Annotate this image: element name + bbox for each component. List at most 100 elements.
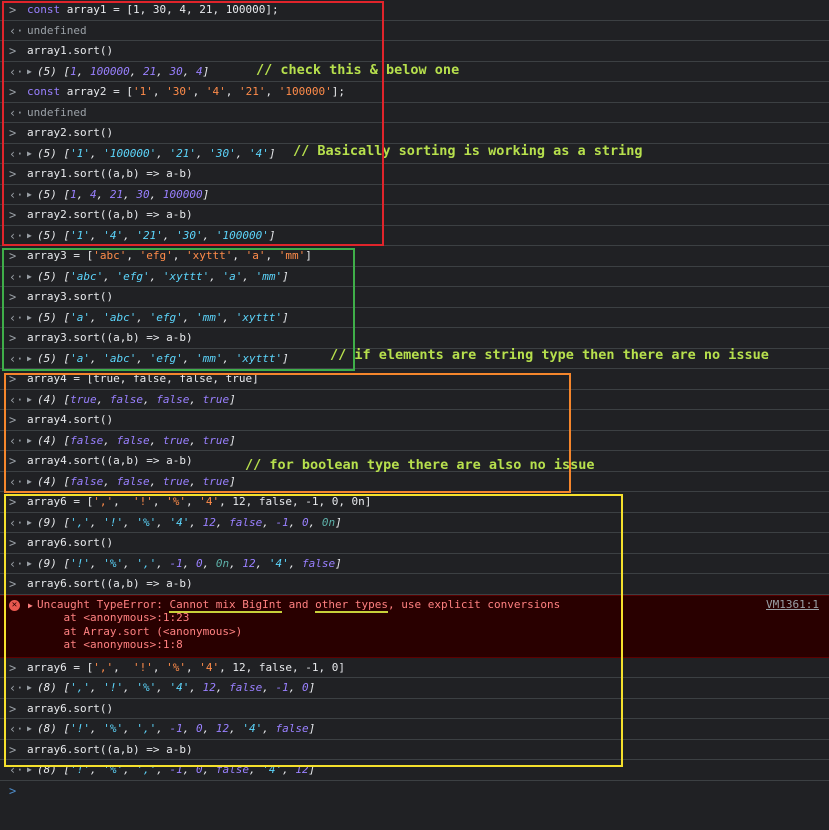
array-preview: (5) ['a', 'abc', 'efg', 'mm', 'xyttt']: [37, 310, 289, 324]
error-message: ✕ ▶ Uncaught TypeError: Cannot mix BigInt …: [0, 594, 829, 658]
array-preview: (9) [',', '!', '%', '4', 12, false, -1, …: [37, 515, 342, 529]
console-result-row[interactable]: ‹· ▶ (9) [',', '!', '%', '4', 12, false, -…: [0, 513, 829, 533]
console-result-row[interactable]: ‹· ▶ (5) [1, 4, 21, 30, 100000]: [0, 185, 829, 205]
input-code: array6 = [',', '!', '%', '4', 12, false,…: [27, 495, 372, 508]
array-preview: (9) ['!', '%', ',', -1, 0, 0n, 12, '4', …: [37, 556, 342, 570]
return-arrow-icon: ‹·: [9, 722, 24, 736]
console-result-row[interactable]: ‹· ▶ (4) [false, false, true, true]: [0, 431, 829, 451]
console-result-row[interactable]: ‹· ▶ (4) [false, false, true, true]: [0, 472, 829, 492]
return-arrow-icon: ‹·: [9, 515, 24, 530]
expand-triangle-icon[interactable]: ▶: [27, 390, 37, 410]
expand-triangle-icon[interactable]: ▶: [27, 431, 37, 451]
return-arrow-icon: ‹·: [9, 310, 24, 325]
expand-triangle-icon[interactable]: ▶: [27, 513, 37, 533]
result-value: undefined: [27, 105, 87, 119]
expand-triangle-icon[interactable]: ▶: [27, 185, 37, 205]
expand-triangle-icon[interactable]: ▶: [27, 62, 37, 82]
array-preview: (5) [1, 100000, 21, 30, 4]: [37, 64, 210, 78]
return-arrow-icon: ‹·: [9, 187, 24, 202]
array-preview: (8) ['!', '%', ',', -1, 0, 12, '4', fals…: [37, 722, 316, 735]
console-result-row[interactable]: ‹· ▶ (5) ['1', '4', '21', '30', '100000']: [0, 226, 829, 246]
return-arrow-icon: ‹·: [9, 763, 24, 777]
input-code: array6.sort(): [27, 701, 114, 715]
chevron-right-icon: >: [9, 701, 17, 716]
expand-triangle-icon[interactable]: ▶: [27, 678, 37, 698]
console-result-row: ‹· undefined: [0, 21, 829, 41]
expand-triangle-icon[interactable]: ▶: [27, 226, 37, 246]
console-result-row[interactable]: ‹· ▶ (8) ['!', '%', ',', -1, 0, false, '4'…: [0, 760, 829, 781]
chevron-right-icon: >: [9, 3, 17, 17]
console-input-row: > array1.sort(): [0, 41, 829, 62]
error-icon: ✕: [9, 599, 20, 611]
input-code: const array2 = ['1', '30', '4', '21', '1…: [27, 85, 345, 98]
annotation-check-this: // check this & below one: [256, 62, 460, 78]
error-source-link[interactable]: VM1361:1: [766, 598, 819, 612]
array-preview: (5) [1, 4, 21, 30, 100000]: [37, 187, 210, 201]
input-code: array3.sort(): [27, 290, 114, 303]
console-result-row[interactable]: ‹· ▶ (5) ['a', 'abc', 'efg', 'mm', 'xyttt'…: [0, 308, 829, 328]
expand-triangle-icon[interactable]: ▶: [27, 144, 37, 164]
console-result-row[interactable]: ‹· ▶ (9) ['!', '%', ',', -1, 0, 0n, 12, '4…: [0, 554, 829, 574]
chevron-right-icon: >: [9, 331, 17, 345]
input-code: array6 = [',', '!', '%', '4', 12, false,…: [27, 660, 345, 674]
chevron-right-icon: >: [9, 454, 17, 468]
console-input-row: > array3.sort((a,b) => a-b): [0, 328, 829, 349]
chevron-right-icon: >: [9, 413, 17, 427]
console-input-row: > array6.sort(): [0, 699, 829, 719]
result-value: undefined: [27, 23, 87, 37]
expand-triangle-icon[interactable]: ▶: [27, 472, 37, 492]
input-code: array2.sort(): [27, 126, 114, 139]
chevron-right-icon: >: [9, 495, 17, 509]
array-preview: (8) ['!', '%', ',', -1, 0, false, '4', 1…: [37, 763, 316, 776]
input-code: array6.sort(): [27, 536, 114, 549]
console-input-row: > array2.sort(): [0, 123, 829, 144]
return-arrow-icon: ‹·: [9, 228, 24, 243]
console-input-row: > array3 = ['abc', 'efg', 'xyttt', 'a', '…: [0, 246, 829, 267]
expand-triangle-icon[interactable]: ▶: [27, 308, 37, 328]
console-result-row[interactable]: ‹· ▶ (8) ['!', '%', ',', -1, 0, 12, '4', f…: [0, 719, 829, 740]
return-arrow-icon: ‹·: [9, 105, 24, 120]
array-preview: (5) ['abc', 'efg', 'xyttt', 'a', 'mm']: [37, 269, 289, 283]
chevron-right-icon: >: [9, 742, 17, 757]
input-code: array1.sort((a,b) => a-b): [27, 167, 193, 180]
return-arrow-icon: ‹·: [9, 64, 24, 79]
input-code: array4 = [true, false, false, true]: [27, 372, 259, 385]
expand-triangle-icon[interactable]: ▶: [27, 349, 37, 369]
console-input-row: > array6 = [',', '!', '%', '4', 12, false…: [0, 658, 829, 678]
annotation-string-no-issue: // if elements are string type then ther…: [330, 347, 769, 363]
return-arrow-icon: ‹·: [9, 681, 24, 695]
console-result-row[interactable]: ‹· ▶ (4) [true, false, false, true]: [0, 390, 829, 410]
input-code: array4.sort(): [27, 413, 114, 426]
chevron-right-icon: >: [9, 660, 17, 675]
console-input-row: > array6.sort(): [0, 533, 829, 554]
array-preview: (4) [false, false, true, true]: [37, 433, 236, 447]
return-arrow-icon: ‹·: [9, 474, 24, 489]
chevron-right-icon: >: [9, 249, 17, 263]
console-prompt[interactable]: >: [0, 781, 829, 802]
input-code: array3 = ['abc', 'efg', 'xyttt', 'a', 'm…: [27, 249, 312, 262]
console-input-row: > array4 = [true, false, false, true]: [0, 369, 829, 390]
annotation-boolean-no-issue: // for boolean type there are also no is…: [245, 457, 595, 473]
console-result-row[interactable]: ‹· ▶ (5) ['abc', 'efg', 'xyttt', 'a', 'mm'…: [0, 267, 829, 287]
console-result-row[interactable]: ‹· ▶ (8) [',', '!', '%', '4', 12, false, -…: [0, 678, 829, 699]
expand-triangle-icon[interactable]: ▶: [27, 760, 37, 780]
console-input-row: > array6.sort((a,b) => a-b): [0, 574, 829, 595]
return-arrow-icon: ‹·: [9, 392, 24, 407]
console-input-row: > const array2 = ['1', '30', '4', '21', '…: [0, 82, 829, 103]
chevron-right-icon: >: [9, 577, 17, 591]
chevron-right-icon: >: [9, 372, 17, 386]
chevron-right-icon: >: [9, 167, 17, 181]
input-code: array3.sort((a,b) => a-b): [27, 331, 193, 344]
expand-triangle-icon[interactable]: ▶: [27, 554, 37, 574]
array-preview: (4) [false, false, true, true]: [37, 474, 236, 488]
console-input-row: > const array1 = [1, 30, 4, 21, 100000];: [0, 0, 829, 21]
array-preview: (5) ['1', '4', '21', '30', '100000']: [37, 228, 276, 242]
return-arrow-icon: ‹·: [9, 269, 24, 284]
input-code: array1.sort(): [27, 44, 114, 57]
expand-triangle-icon[interactable]: ▶: [28, 599, 33, 613]
return-arrow-icon: ‹·: [9, 146, 24, 161]
input-code: array4.sort((a,b) => a-b): [27, 454, 193, 467]
array-preview: (4) [true, false, false, true]: [37, 392, 236, 406]
expand-triangle-icon[interactable]: ▶: [27, 267, 37, 287]
expand-triangle-icon[interactable]: ▶: [27, 719, 37, 739]
